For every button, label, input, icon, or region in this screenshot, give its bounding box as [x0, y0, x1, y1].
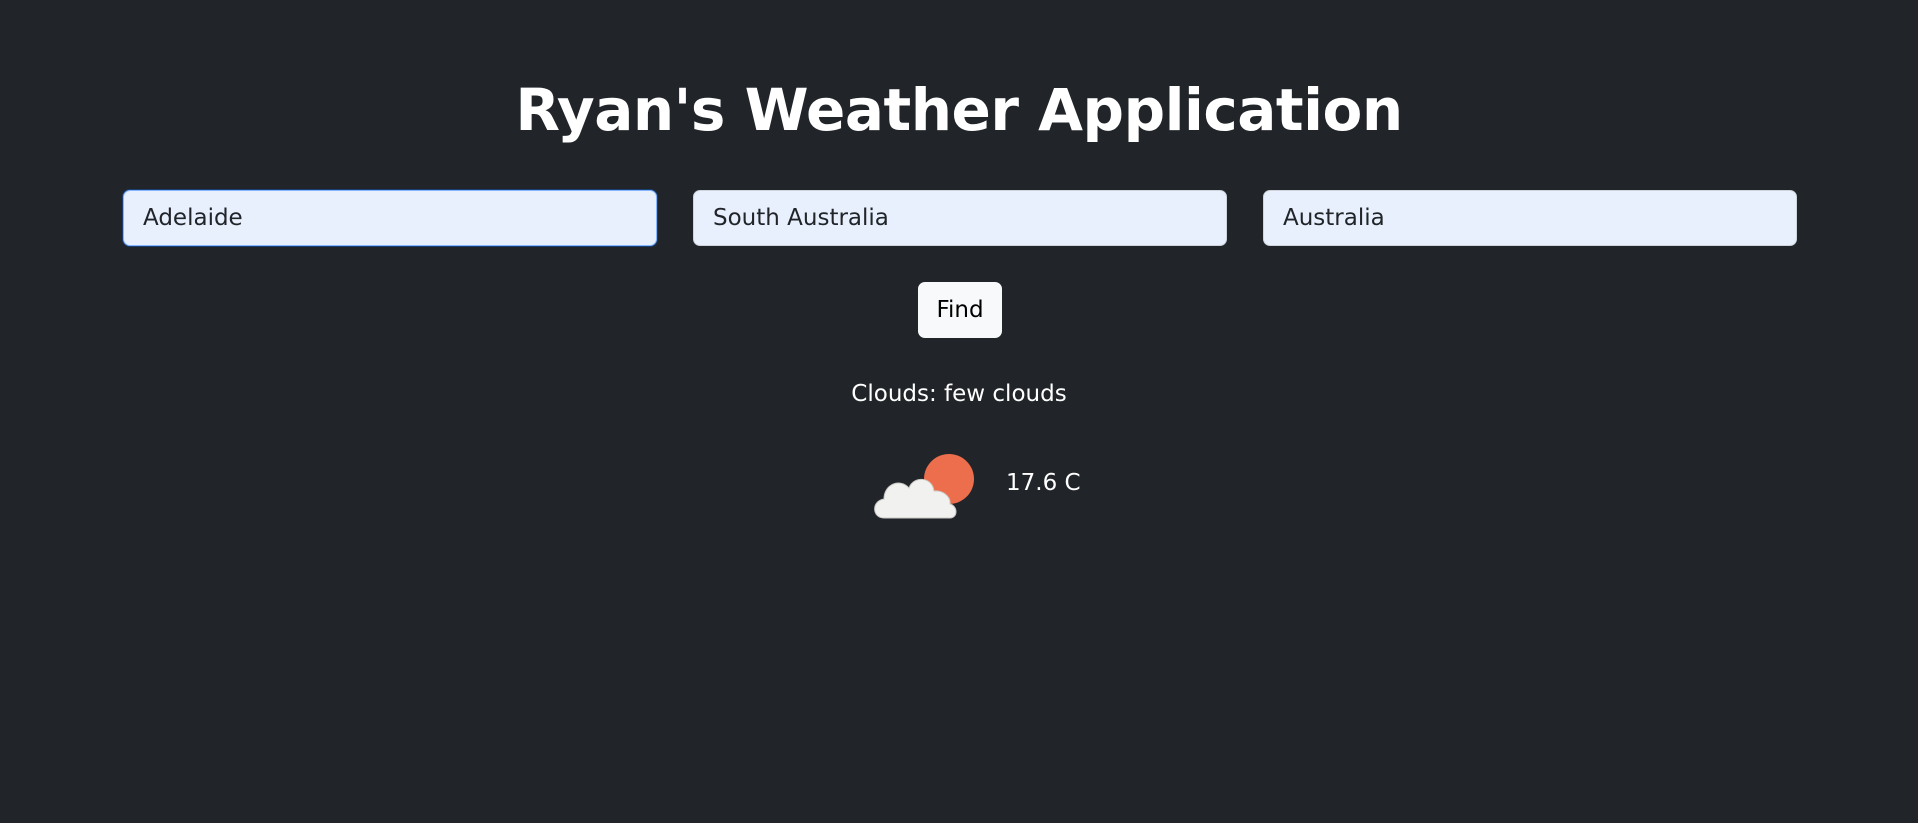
few-clouds-day-icon	[874, 454, 974, 519]
find-button[interactable]: Find	[918, 282, 1002, 338]
state-input[interactable]	[693, 190, 1227, 246]
temperature-value: 17.6 C	[1006, 470, 1081, 496]
weather-conditions: Clouds: few clouds	[851, 381, 1067, 407]
page-title: Ryan's Weather Application	[515, 76, 1403, 144]
weather-app: Ryan's Weather Application Find Clouds: …	[0, 0, 1918, 823]
country-input[interactable]	[1263, 190, 1797, 246]
city-input[interactable]	[123, 190, 657, 246]
